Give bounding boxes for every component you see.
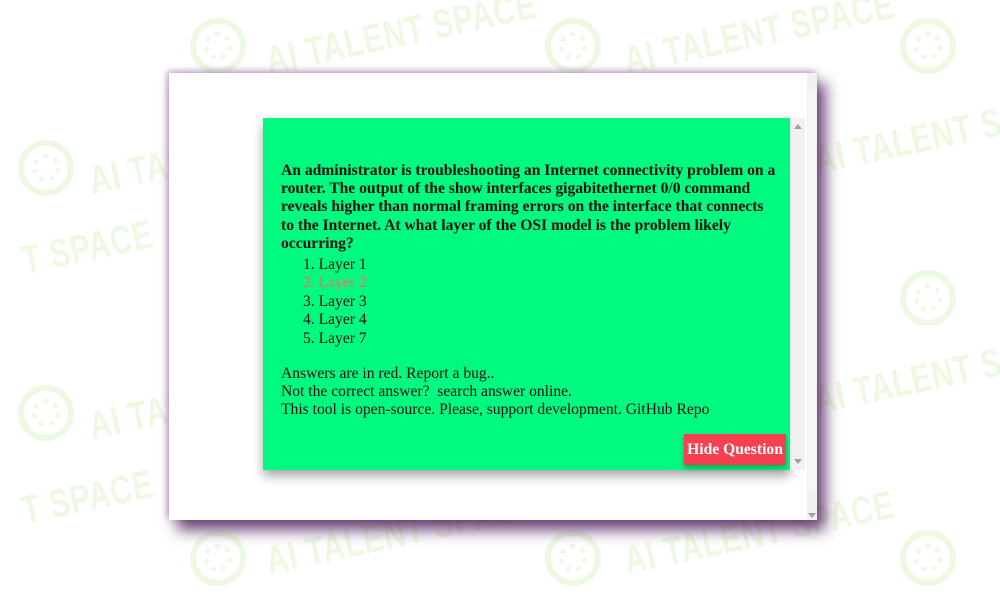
answer-option-correct: 2. Layer 2 bbox=[303, 274, 367, 292]
watermark-logo-icon bbox=[900, 270, 956, 326]
watermark-text: AI TALENT SPACE bbox=[810, 82, 1000, 184]
not-correct-text: Not the correct answer? bbox=[281, 383, 430, 401]
outer-scrollbar-thumb[interactable] bbox=[808, 91, 816, 491]
watermark-logo-icon bbox=[18, 140, 74, 196]
answer-option: 4. Layer 4 bbox=[303, 311, 367, 329]
watermark-logo-icon bbox=[545, 18, 601, 74]
answer-option: 1. Layer 1 bbox=[303, 256, 367, 273]
watermark-logo-icon bbox=[900, 18, 956, 74]
watermark-text: T SPACE bbox=[18, 462, 158, 534]
watermark-logo-icon bbox=[190, 530, 246, 586]
answer-option: 5. Layer 7 bbox=[303, 329, 367, 347]
watermark-text: T SPACE bbox=[18, 212, 158, 284]
watermark-logo-icon bbox=[18, 385, 74, 441]
footer-line-answers: Answers are in red. Report a bug.. bbox=[281, 365, 709, 383]
answer-option: 3. Layer 3 bbox=[303, 292, 367, 310]
watermark-logo-icon bbox=[190, 18, 246, 74]
hide-question-button[interactable]: Hide Question bbox=[684, 434, 786, 465]
scroll-down-arrow-icon[interactable] bbox=[794, 459, 802, 464]
search-answer-link[interactable]: search answer online. bbox=[437, 383, 572, 400]
report-bug-link[interactable]: Report a bug.. bbox=[406, 365, 494, 382]
watermark-text: AI TALENT SPACE bbox=[620, 0, 899, 84]
answer-options-list: 1. Layer 1 2. Layer 2 3. Layer 3 4. Laye… bbox=[303, 256, 367, 348]
open-source-text: This tool is open-source. bbox=[281, 401, 436, 419]
watermark-logo-icon bbox=[900, 530, 956, 586]
page: AI TALENT SPACE AI TALENT SPACE AI TALEN… bbox=[0, 0, 1000, 600]
footer-line-search: Not the correct answer? search answer on… bbox=[281, 383, 709, 401]
question-card-scrollbar[interactable] bbox=[790, 118, 805, 470]
watermark-text: AI TALENT SPACE bbox=[262, 0, 541, 84]
footer-notes: Answers are in red. Report a bug.. Not t… bbox=[281, 365, 709, 420]
github-repo-link[interactable]: GitHub Repo bbox=[626, 401, 710, 418]
watermark-logo-icon bbox=[545, 530, 601, 586]
answers-note: Answers are in red. bbox=[281, 365, 403, 382]
scroll-up-arrow-icon[interactable] bbox=[794, 124, 802, 129]
question-text: An administrator is troubleshooting an I… bbox=[281, 162, 776, 252]
footer-line-support: This tool is open-source. Please, suppor… bbox=[281, 401, 709, 419]
outer-scrollbar[interactable] bbox=[807, 73, 817, 520]
support-development-link[interactable]: Please, support development. bbox=[439, 401, 622, 418]
scroll-down-arrow-icon[interactable] bbox=[808, 513, 816, 518]
watermark-text: AI TALENT SPACE bbox=[810, 322, 1000, 424]
